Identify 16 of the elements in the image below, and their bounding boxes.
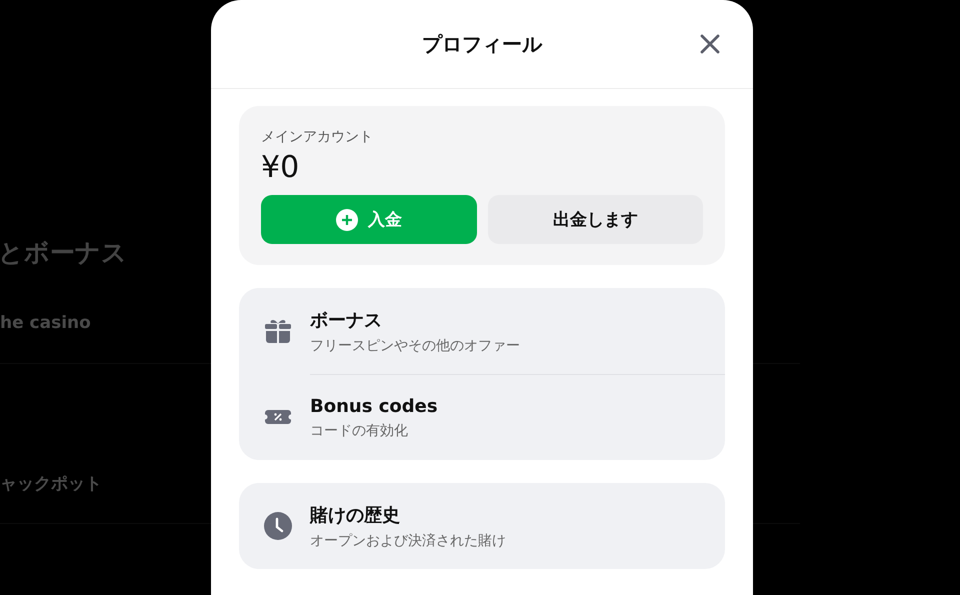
menu-item-title[interactable]: ボーナス bbox=[310, 308, 382, 332]
close-button[interactable] bbox=[699, 33, 721, 55]
menu-item-subtitle: オープンおよび決済された賭け bbox=[310, 532, 506, 550]
menu-item-subtitle: フリースピンやその他のオファー bbox=[310, 336, 520, 354]
withdraw-button[interactable]: 出金します bbox=[488, 195, 703, 244]
dialog-title: プロフィール bbox=[422, 30, 542, 58]
menu-item-subtitle: コードの有効化 bbox=[310, 422, 408, 440]
menu-item-title[interactable]: Bonus codes bbox=[310, 396, 438, 416]
section-heading: とボーナス bbox=[0, 237, 127, 269]
menu-label: ャックポット bbox=[0, 473, 102, 495]
account-balance: ¥0 bbox=[261, 150, 300, 185]
menu-label: he casino bbox=[0, 313, 91, 333]
clock-icon bbox=[263, 511, 293, 541]
account-label: メインアカウント bbox=[261, 128, 374, 146]
menu-item-title[interactable]: 賭けの歴史 bbox=[310, 502, 400, 526]
plus-icon bbox=[336, 208, 358, 230]
